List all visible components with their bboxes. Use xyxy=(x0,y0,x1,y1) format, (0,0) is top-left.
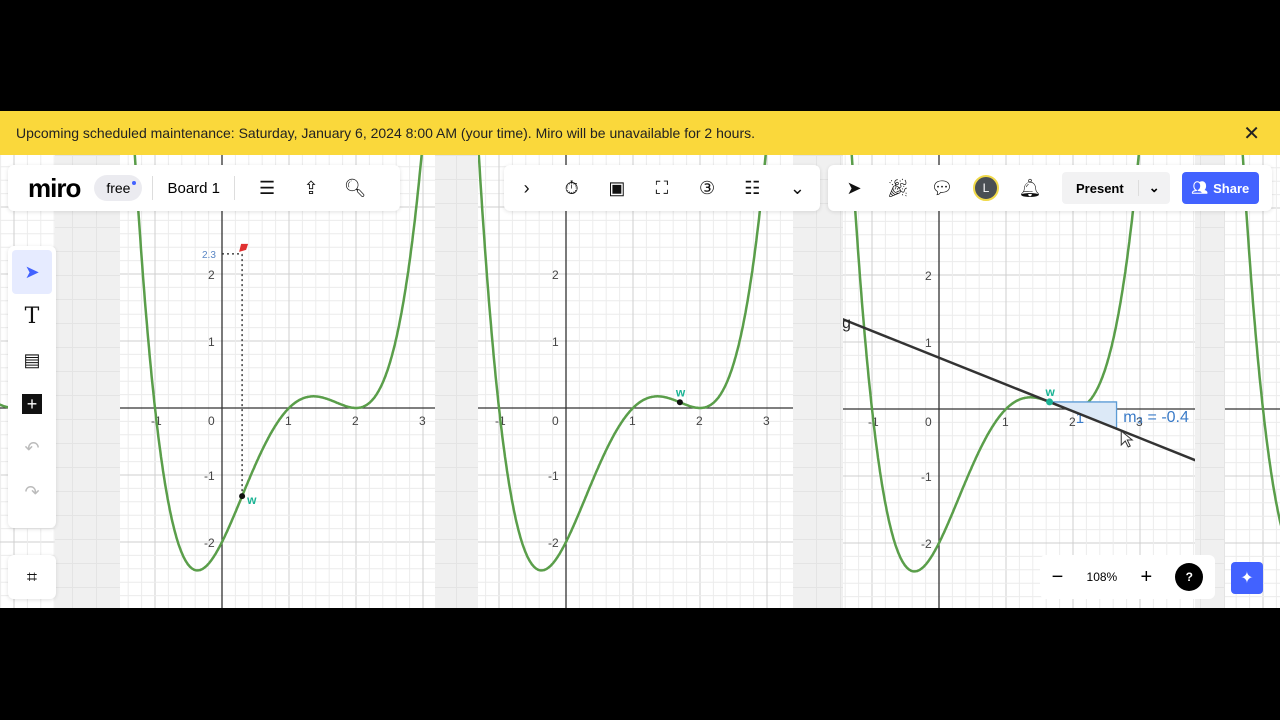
point-w-label: w xyxy=(1045,385,1056,399)
expand-icon[interactable]: › xyxy=(505,168,549,208)
x-tick-label: 0 xyxy=(208,414,215,428)
celebrate-icon[interactable]: 🎉︎ xyxy=(876,168,920,208)
graph-inner: -1 0 1 2 3-2-1122.3w xyxy=(120,155,435,608)
zoom-out-button[interactable]: − xyxy=(1052,566,1064,589)
y-tick-label: -1 xyxy=(921,470,932,484)
left-toolbar: ➤ T ▤ + ↶ ↷ xyxy=(8,246,56,528)
card-icon[interactable]: ③ xyxy=(685,168,729,208)
x-tick-label: 2 xyxy=(352,414,359,428)
x-tick-label: 1 xyxy=(629,414,636,428)
y-tick-label: 1 xyxy=(925,336,932,350)
banner-text: Upcoming scheduled maintenance: Saturday… xyxy=(16,125,756,141)
select-icon[interactable]: ➤ xyxy=(12,250,52,294)
y-tick-label: -2 xyxy=(921,537,932,551)
y-tick-label: -1 xyxy=(204,469,215,483)
present-button[interactable]: Present ⌄ xyxy=(1062,172,1170,204)
line-g-label: g xyxy=(842,315,851,332)
point-w xyxy=(1046,398,1054,406)
users-icon: 👥︎ xyxy=(1191,180,1209,195)
collaboration-toolbar: › ⏱ ▣ ⛶ ③ ☷ ⌄ xyxy=(504,165,820,211)
guide-value-label: 2.3 xyxy=(202,250,216,261)
graph-background xyxy=(1225,155,1280,608)
y-tick-label: -1 xyxy=(548,469,559,483)
divider xyxy=(152,176,154,200)
x-tick-label: 1 xyxy=(285,414,292,428)
y-tick-label: 2 xyxy=(208,268,215,282)
video-icon[interactable]: ▣ xyxy=(595,168,639,208)
notes-icon[interactable]: ☷ xyxy=(730,168,774,208)
zoom-in-button[interactable]: + xyxy=(1140,566,1152,589)
comments-icon[interactable]: 💬︎ xyxy=(920,168,964,208)
avatar-button[interactable]: L xyxy=(964,168,1008,208)
graphs-layer: -1 0 1 2 3-2-1122.3w-1 0 1 2 3-2-112w-1 0 1 2 3-2-11… xyxy=(0,155,1280,608)
zoom-level[interactable]: 108% xyxy=(1087,570,1118,584)
bell-icon[interactable]: 🔔︎ xyxy=(1008,168,1052,208)
x-tick-label: 0 xyxy=(925,415,932,429)
point-w xyxy=(676,399,683,406)
export-icon[interactable]: ⇪ xyxy=(289,168,333,208)
search-icon[interactable]: 🔍︎ xyxy=(333,168,377,208)
cursor-filter-icon[interactable]: ➤ xyxy=(832,168,876,208)
maintenance-banner: Upcoming scheduled maintenance: Saturday… xyxy=(0,111,1280,155)
y-tick-label: -2 xyxy=(548,536,559,550)
y-tick-label: 2 xyxy=(925,269,932,283)
redo-icon[interactable]: ↷ xyxy=(12,470,52,514)
chevron-down-icon[interactable]: ⌄ xyxy=(1137,180,1170,196)
point-w-label: w xyxy=(675,385,686,399)
avatar: L xyxy=(973,175,999,201)
help-button[interactable]: ? xyxy=(1175,563,1204,591)
focus-icon[interactable]: ⛶ xyxy=(640,168,684,208)
point-w xyxy=(239,493,246,500)
board-name[interactable]: Board 1 xyxy=(163,180,224,197)
miro-logo[interactable]: miro xyxy=(28,173,81,204)
point-w-label: w xyxy=(246,493,257,507)
y-tick-label: -2 xyxy=(204,536,215,550)
divider xyxy=(234,176,236,200)
x-tick-label: 3 xyxy=(419,414,426,428)
plan-badge[interactable]: free xyxy=(94,175,143,201)
undo-icon[interactable]: ↶ xyxy=(12,426,52,470)
frames-toolbar: ⌗ xyxy=(8,555,56,599)
share-button[interactable]: 👥︎ Share xyxy=(1181,172,1260,204)
present-label: Present xyxy=(1076,180,1124,196)
more-icon[interactable]: ⌄ xyxy=(775,168,819,208)
x-tick-label: 1 xyxy=(1002,415,1009,429)
y-tick-label: 1 xyxy=(552,335,559,349)
template-icon[interactable]: ▤ xyxy=(12,338,52,382)
top-right-toolbar: ➤ 🎉︎ 💬︎ L 🔔︎ Present ⌄ 👥︎ Share xyxy=(828,165,1272,211)
close-icon[interactable]: ✕ xyxy=(1243,121,1260,146)
x-tick-label: 2 xyxy=(696,414,703,428)
top-left-toolbar: miro free Board 1 ☰ ⇪ 🔍︎ xyxy=(8,165,400,211)
x-tick-label: 0 xyxy=(552,414,559,428)
graph-1: -1 0 1 2 3-2-1122.3w xyxy=(120,155,435,608)
y-tick-label: 2 xyxy=(552,268,559,282)
add-icon[interactable]: + xyxy=(12,382,52,426)
timer-icon[interactable]: ⏱ xyxy=(550,168,594,208)
frame-icon[interactable]: ⌗ xyxy=(12,559,52,595)
zoom-controls: − 108% + ? xyxy=(1040,555,1215,599)
menu-icon[interactable]: ☰ xyxy=(245,168,289,208)
y-tick-label: 1 xyxy=(208,335,215,349)
board-canvas[interactable]: -1 0 1 2 3 -2 -1 1 2 2.3 w -1 0 1 2 3 -2 -1 1 2 w -1 0 1 2 3 -2 -1 1… xyxy=(0,155,1280,608)
text-icon[interactable]: T xyxy=(12,294,52,338)
ai-sparkle-icon[interactable]: ✦ xyxy=(1231,562,1263,594)
x-tick-label: 3 xyxy=(763,414,770,428)
share-label: Share xyxy=(1213,180,1250,196)
slope-label: m₃ = -0.4 xyxy=(1123,409,1189,426)
